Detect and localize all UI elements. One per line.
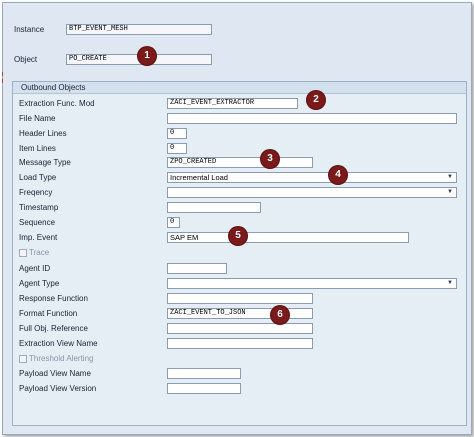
annotation-marker-1: 1 — [138, 47, 156, 65]
annotation-marker-2: 2 — [307, 91, 325, 109]
frequency-label: Freqency — [19, 188, 53, 197]
timestamp-label: Timestamp — [19, 203, 59, 212]
format-function-field[interactable]: ZACI_EVENT_TO_JSON — [167, 308, 313, 319]
file-name-field[interactable] — [167, 113, 457, 124]
agent-type-label: Agent Type — [19, 279, 60, 288]
agent-id-label: Agent ID — [19, 264, 51, 273]
edge-mark — [2, 72, 6, 76]
message-type-field[interactable]: ZPO_CREATED — [167, 157, 313, 168]
header-lines-label: Header Lines — [19, 129, 67, 138]
format-function-label: Format Function — [19, 309, 78, 318]
payload-view-version-label: Payload View Version — [19, 384, 97, 393]
response-function-field[interactable] — [167, 293, 313, 304]
payload-view-name-field[interactable] — [167, 368, 241, 379]
extraction-func-mod-label: Extraction Func. Mod — [19, 99, 95, 108]
agent-id-field[interactable] — [167, 263, 227, 274]
header-lines-field[interactable]: 0 — [167, 128, 187, 139]
edge-mark — [2, 79, 6, 83]
payload-view-name-label: Payload View Name — [19, 369, 91, 378]
chevron-down-icon[interactable]: ▼ — [447, 188, 453, 197]
annotation-marker-5: 5 — [229, 227, 247, 245]
instance-label: Instance — [14, 25, 45, 34]
trace-checkbox[interactable] — [19, 249, 27, 257]
chevron-down-icon[interactable]: ▼ — [447, 173, 453, 182]
full-obj-reference-label: Full Obj. Reference — [19, 324, 88, 333]
group-title: Outbound Objects — [13, 82, 466, 94]
timestamp-field[interactable] — [167, 202, 261, 213]
file-name-label: File Name — [19, 114, 56, 123]
instance-field[interactable]: BTP_EVENT_MESH — [66, 24, 212, 35]
chevron-down-icon[interactable]: ▼ — [447, 279, 453, 288]
message-type-label: Message Type — [19, 158, 71, 167]
annotation-marker-6: 6 — [271, 306, 289, 324]
annotation-marker-4: 4 — [329, 166, 347, 184]
load-type-label: Load Type — [19, 173, 57, 182]
item-lines-label: Item Lines — [19, 144, 56, 153]
full-obj-reference-field[interactable] — [167, 323, 313, 334]
response-function-label: Response Function — [19, 294, 88, 303]
item-lines-field[interactable]: 0 — [167, 143, 187, 154]
payload-view-version-field[interactable] — [167, 383, 241, 394]
imp-event-field[interactable]: SAP EM — [167, 232, 409, 243]
object-label: Object — [14, 55, 38, 64]
extraction-view-name-label: Extraction View Name — [19, 339, 98, 348]
imp-event-label: Imp. Event — [19, 233, 58, 242]
agent-type-select[interactable]: ▼ — [167, 278, 457, 289]
trace-label: Trace — [29, 248, 50, 257]
extraction-view-name-field[interactable] — [167, 338, 313, 349]
threshold-alerting-checkbox[interactable] — [19, 355, 27, 363]
threshold-alerting-label: Threshold Alerting — [29, 354, 94, 363]
load-type-select[interactable]: Incremental Load ▼ — [167, 172, 457, 183]
sequence-label: Sequence — [19, 218, 56, 227]
load-type-value: Incremental Load — [170, 173, 228, 182]
sequence-field[interactable]: 0 — [167, 217, 180, 228]
frequency-select[interactable]: ▼ — [167, 187, 457, 198]
annotation-marker-3: 3 — [261, 150, 279, 168]
extraction-func-mod-field[interactable]: ZACI_EVENT_EXTRACTOR — [167, 98, 298, 109]
